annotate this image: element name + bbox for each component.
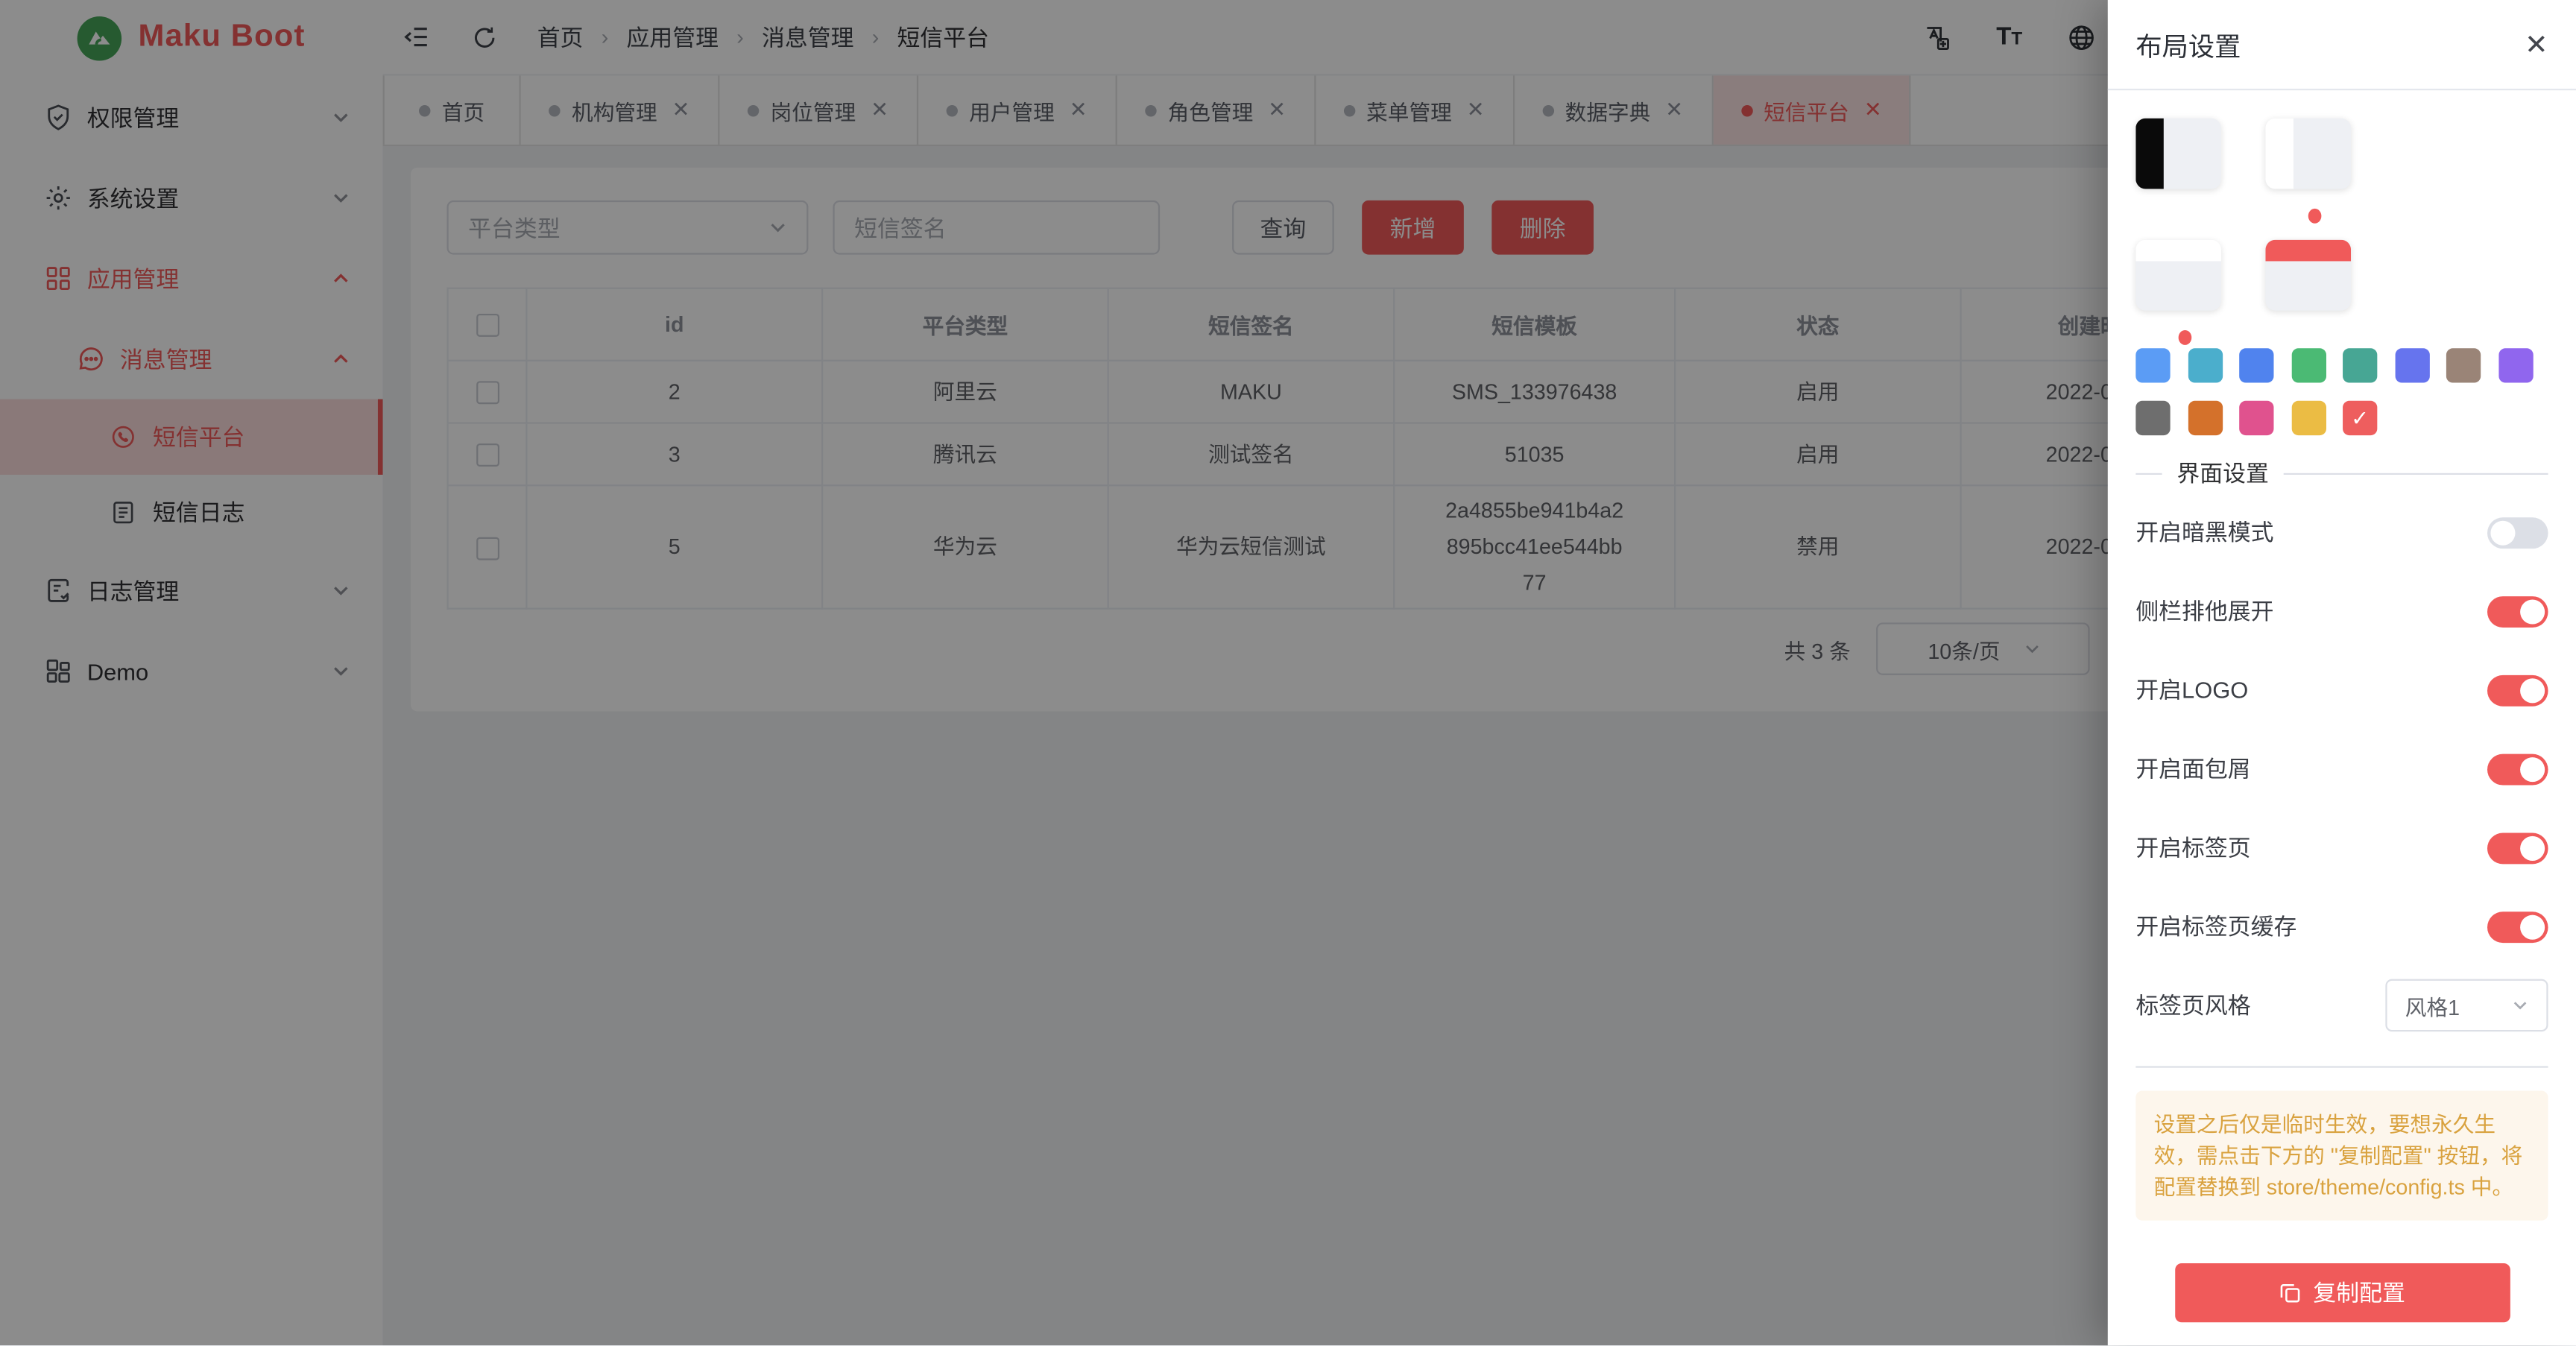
setting-breadcrumb: 开启面包屑 <box>2135 730 2548 809</box>
warning-note: 设置之后仅是临时生效，要想永久生效，需点击下方的 "复制配置" 按钮，将配置替换… <box>2135 1091 2548 1221</box>
toggle-knob <box>2520 835 2545 860</box>
theme-color-swatch[interactable]: ✓ <box>2188 348 2222 382</box>
layout-option-light-sidebar[interactable] <box>2265 119 2351 189</box>
layout-settings-drawer: 布局设置 ✕ ✓ ✓ ✓ ✓ ✓ ✓ ✓ ✓ <box>2108 0 2576 1346</box>
theme-color-swatch[interactable]: ✓ <box>2291 348 2326 382</box>
theme-color-swatch[interactable]: ✓ <box>2239 401 2273 435</box>
section-title: 界面设置 <box>2162 457 2284 490</box>
theme-color-row-2: ✓ ✓ ✓ ✓ ✓ <box>2135 401 2548 435</box>
setting-sidebar-exclusive: 侧栏排他展开 <box>2135 572 2548 651</box>
setting-tabs: 开启标签页 <box>2135 808 2548 887</box>
theme-color-swatch[interactable]: ✓ <box>2446 348 2481 382</box>
drawer-body: ✓ ✓ ✓ ✓ ✓ ✓ ✓ ✓ ✓ ✓ ✓ ✓ ✓ 界面设置 <box>2108 90 2576 1322</box>
theme-color-swatch[interactable]: ✓ <box>2135 348 2170 382</box>
setting-label: 开启暗黑模式 <box>2135 516 2273 549</box>
tabs-toggle[interactable] <box>2487 832 2548 863</box>
logo-toggle[interactable] <box>2487 674 2548 706</box>
setting-tab-cache: 开启标签页缓存 <box>2135 887 2548 966</box>
copy-icon <box>2279 1281 2302 1304</box>
divider-line <box>2135 1066 2548 1067</box>
dark-mode-toggle[interactable] <box>2487 516 2548 548</box>
drawer-overlay-mask[interactable] <box>0 0 2108 1346</box>
close-icon[interactable]: ✕ <box>2525 31 2548 58</box>
layout-option-light-header[interactable] <box>2135 240 2221 311</box>
theme-color-swatch[interactable]: ✓ <box>2135 401 2170 435</box>
drawer-title: 布局设置 <box>2135 25 2241 64</box>
setting-tab-style: 标签页风格 风格1 <box>2135 966 2548 1045</box>
primary-header-thumb-icon <box>2265 240 2351 262</box>
layout-option-group <box>2135 90 2548 348</box>
setting-logo: 开启LOGO <box>2135 651 2548 730</box>
toggle-knob <box>2520 756 2545 781</box>
setting-label: 开启标签页缓存 <box>2135 910 2296 943</box>
setting-label: 侧栏排他展开 <box>2135 595 2273 628</box>
toggle-knob <box>2520 914 2545 939</box>
chevron-down-icon <box>2512 997 2528 1014</box>
setting-label: 标签页风格 <box>2135 989 2250 1022</box>
copy-config-button[interactable]: 复制配置 <box>2174 1263 2510 1322</box>
theme-color-swatch[interactable]: ✓ <box>2394 348 2428 382</box>
selected-dot-icon <box>2308 209 2322 224</box>
light-header-thumb-icon <box>2135 240 2221 262</box>
copy-button-label: 复制配置 <box>2313 1277 2405 1309</box>
tab-style-select[interactable]: 风格1 <box>2385 979 2548 1032</box>
toggle-knob <box>2490 520 2515 545</box>
dark-sidebar-thumb-icon <box>2135 119 2163 189</box>
tab-cache-toggle[interactable] <box>2487 911 2548 942</box>
theme-color-swatch[interactable]: ✓ <box>2343 348 2377 382</box>
theme-color-swatch[interactable]: ✓ <box>2343 401 2377 435</box>
setting-label: 开启面包屑 <box>2135 752 2250 785</box>
selected-dot-icon <box>2179 330 2192 345</box>
setting-label: 开启LOGO <box>2135 674 2248 707</box>
layout-option-dark-sidebar[interactable] <box>2135 119 2221 189</box>
theme-color-row-1: ✓ ✓ ✓ ✓ ✓ ✓ ✓ ✓ <box>2135 348 2548 382</box>
toggle-knob <box>2520 677 2545 702</box>
theme-color-swatch[interactable]: ✓ <box>2239 348 2273 382</box>
layout-option-primary-header[interactable] <box>2265 240 2351 311</box>
toggle-knob <box>2520 598 2545 623</box>
theme-color-swatch[interactable]: ✓ <box>2291 401 2326 435</box>
theme-color-swatch[interactable]: ✓ <box>2188 401 2222 435</box>
sidebar-exclusive-toggle[interactable] <box>2487 595 2548 627</box>
breadcrumb-toggle[interactable] <box>2487 753 2548 785</box>
theme-color-swatch[interactable]: ✓ <box>2498 348 2532 382</box>
select-value: 风格1 <box>2405 990 2460 1021</box>
drawer-header: 布局设置 ✕ <box>2108 0 2576 90</box>
setting-dark-mode: 开启暗黑模式 <box>2135 493 2548 572</box>
app-window: Maku Boot 权限管理 系统设置 应用管理 消息管理 <box>0 0 2576 1346</box>
setting-label: 开启标签页 <box>2135 831 2250 864</box>
light-sidebar-thumb-icon <box>2265 119 2293 189</box>
section-divider: 界面设置 <box>2135 453 2548 493</box>
check-icon: ✓ <box>2351 405 2369 431</box>
